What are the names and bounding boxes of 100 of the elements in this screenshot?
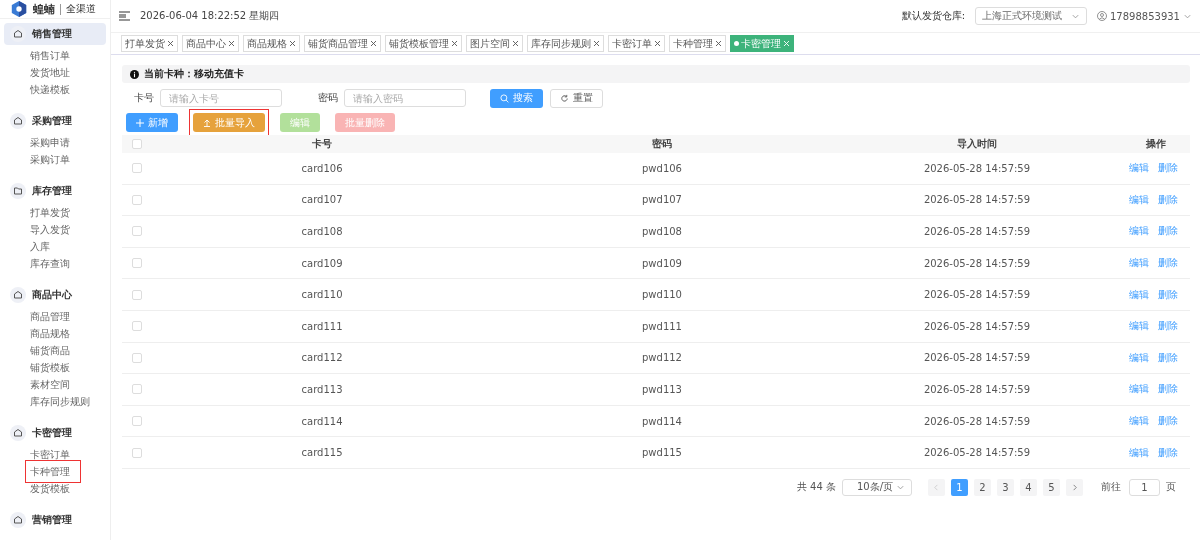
close-icon[interactable] (228, 40, 235, 47)
sidebar-item[interactable]: 入库 (28, 238, 52, 255)
table-cell-text: card113 (300, 383, 344, 395)
input-field[interactable]: 请输入密码 (344, 89, 466, 107)
table-cell-text: pwd108 (641, 226, 683, 237)
page-button[interactable]: 5 (1043, 478, 1060, 496)
close-icon[interactable] (654, 40, 661, 47)
table-cell-text: 2026-05-28 14:57:59 (922, 289, 1032, 301)
goto-label: 前往 (1101, 480, 1121, 495)
total-count: 共 44 条 (796, 480, 836, 495)
table-cell-text: pwd112 (641, 352, 683, 364)
chevron-left-icon (933, 483, 940, 491)
row-checkbox[interactable] (132, 352, 142, 363)
search-icon (500, 93, 509, 103)
plus-icon (136, 118, 144, 127)
tab[interactable]: 卡种管理 (669, 35, 726, 52)
sidebar-group[interactable]: 商品中心 (4, 284, 106, 306)
row-checkbox[interactable] (132, 163, 142, 174)
page-button[interactable]: 4 (1020, 478, 1037, 496)
table-cell-text: card106 (300, 162, 344, 174)
warehouse-select[interactable]: 上海正式环境测试 (975, 7, 1087, 25)
page-button[interactable]: 3 (997, 478, 1014, 496)
sidebar-item[interactable]: 素材空间 (28, 376, 72, 393)
next-page-button[interactable] (1066, 478, 1083, 496)
page-size-select[interactable]: 10条/页 (842, 478, 912, 496)
row-checkbox[interactable] (132, 289, 142, 300)
row-checkbox[interactable] (132, 321, 142, 332)
row-checkbox[interactable] (132, 416, 142, 427)
sidebar-item[interactable]: 铺货模板 (28, 359, 72, 376)
sidebar-group[interactable]: 销售管理 (4, 23, 106, 45)
column-header: 导入时间 (956, 137, 998, 151)
table-cell-text: 2026-05-28 14:57:59 (922, 352, 1032, 364)
tab[interactable]: 库存同步规则 (527, 35, 604, 52)
table-cell-text: pwd110 (641, 289, 683, 301)
tab[interactable]: 打单发货 (121, 35, 178, 52)
prev-page-button[interactable] (928, 478, 945, 496)
tab[interactable]: 铺货商品管理 (304, 35, 381, 52)
sidebar-item[interactable]: 铺货商品 (28, 342, 72, 359)
table-cell-text: 2026-05-28 14:57:59 (922, 383, 1032, 395)
user-menu[interactable]: 17898853931 (1097, 10, 1192, 22)
sidebar-item[interactable]: 采购申请 (28, 134, 72, 151)
reset-button[interactable]: 重置 (550, 88, 603, 108)
close-icon[interactable] (715, 40, 722, 47)
tab[interactable]: 铺货模板管理 (385, 35, 462, 52)
sidebar-item[interactable]: 打单发货 (28, 204, 72, 221)
row-checkbox[interactable] (132, 194, 142, 205)
sidebar-item[interactable]: 销售订单 (28, 47, 72, 64)
sidebar-item[interactable]: 商品管理 (28, 308, 72, 325)
sidebar-item[interactable]: 发货模板 (28, 480, 72, 497)
table-cell-text: 2026-05-28 14:57:59 (922, 226, 1032, 237)
table-cell-text: card109 (300, 257, 344, 269)
row-checkbox[interactable] (132, 258, 142, 269)
close-icon[interactable] (451, 40, 458, 47)
table-cell-text: pwd106 (641, 162, 683, 174)
sidebar-item[interactable]: 导入发货 (28, 221, 72, 238)
table-cell-text: card110 (300, 289, 344, 301)
row-checkbox[interactable] (132, 384, 142, 395)
row-checkbox[interactable] (132, 447, 142, 458)
input-field[interactable]: 请输入卡号 (160, 89, 282, 107)
field-label: 密码 (318, 91, 338, 105)
menu-icon[interactable] (119, 11, 130, 21)
house-icon (10, 26, 26, 42)
table-cell-text: card108 (300, 226, 344, 237)
sidebar-item[interactable]: 商品规格 (28, 325, 72, 342)
sidebar-item[interactable]: 卡密订单 (28, 446, 72, 463)
column-header: 卡号 (311, 137, 333, 151)
table-cell-text: 2026-05-28 14:57:59 (922, 415, 1032, 427)
page-unit: 页 (1166, 480, 1176, 495)
sidebar-group[interactable]: 采购管理 (4, 110, 106, 132)
close-icon[interactable] (167, 40, 174, 47)
sidebar-item[interactable]: 库存同步规则 (28, 393, 92, 410)
close-icon[interactable] (512, 40, 519, 47)
table-cell-text: card111 (300, 320, 344, 332)
close-icon[interactable] (289, 40, 296, 47)
sidebar-group[interactable]: 卡密管理 (4, 422, 106, 444)
table-cell-text: 2026-05-28 14:57:59 (922, 194, 1032, 206)
select-all-checkbox[interactable] (132, 139, 142, 149)
table-cell-text: card115 (300, 447, 344, 459)
table-cell-text: pwd113 (641, 383, 683, 395)
tab[interactable]: 商品规格 (243, 35, 300, 52)
tab[interactable]: 卡密订单 (608, 35, 665, 52)
tab[interactable]: 商品中心 (182, 35, 239, 52)
sidebar-item[interactable]: 库存查询 (28, 255, 72, 272)
close-icon[interactable] (370, 40, 377, 47)
row-checkbox[interactable] (132, 226, 142, 237)
refresh-icon (560, 93, 569, 103)
info-icon (130, 69, 139, 79)
sidebar-item[interactable]: 发货地址 (28, 64, 72, 81)
close-icon[interactable] (593, 40, 600, 47)
tab[interactable]: 图片空间 (466, 35, 523, 52)
sidebar-item[interactable]: 采购订单 (28, 151, 72, 168)
page-input[interactable]: 1 (1129, 478, 1160, 496)
sidebar-item[interactable]: 卡种管理 (28, 463, 78, 480)
sidebar-group[interactable]: 营销管理 (4, 509, 106, 531)
sidebar-item[interactable]: 快递模板 (28, 81, 72, 98)
table-cell-text: card107 (300, 194, 344, 206)
table-cell-text: pwd114 (641, 415, 683, 427)
page-button[interactable]: 2 (974, 478, 991, 496)
column-header: 密码 (651, 137, 673, 151)
sidebar-group[interactable]: 库存管理 (4, 180, 106, 202)
